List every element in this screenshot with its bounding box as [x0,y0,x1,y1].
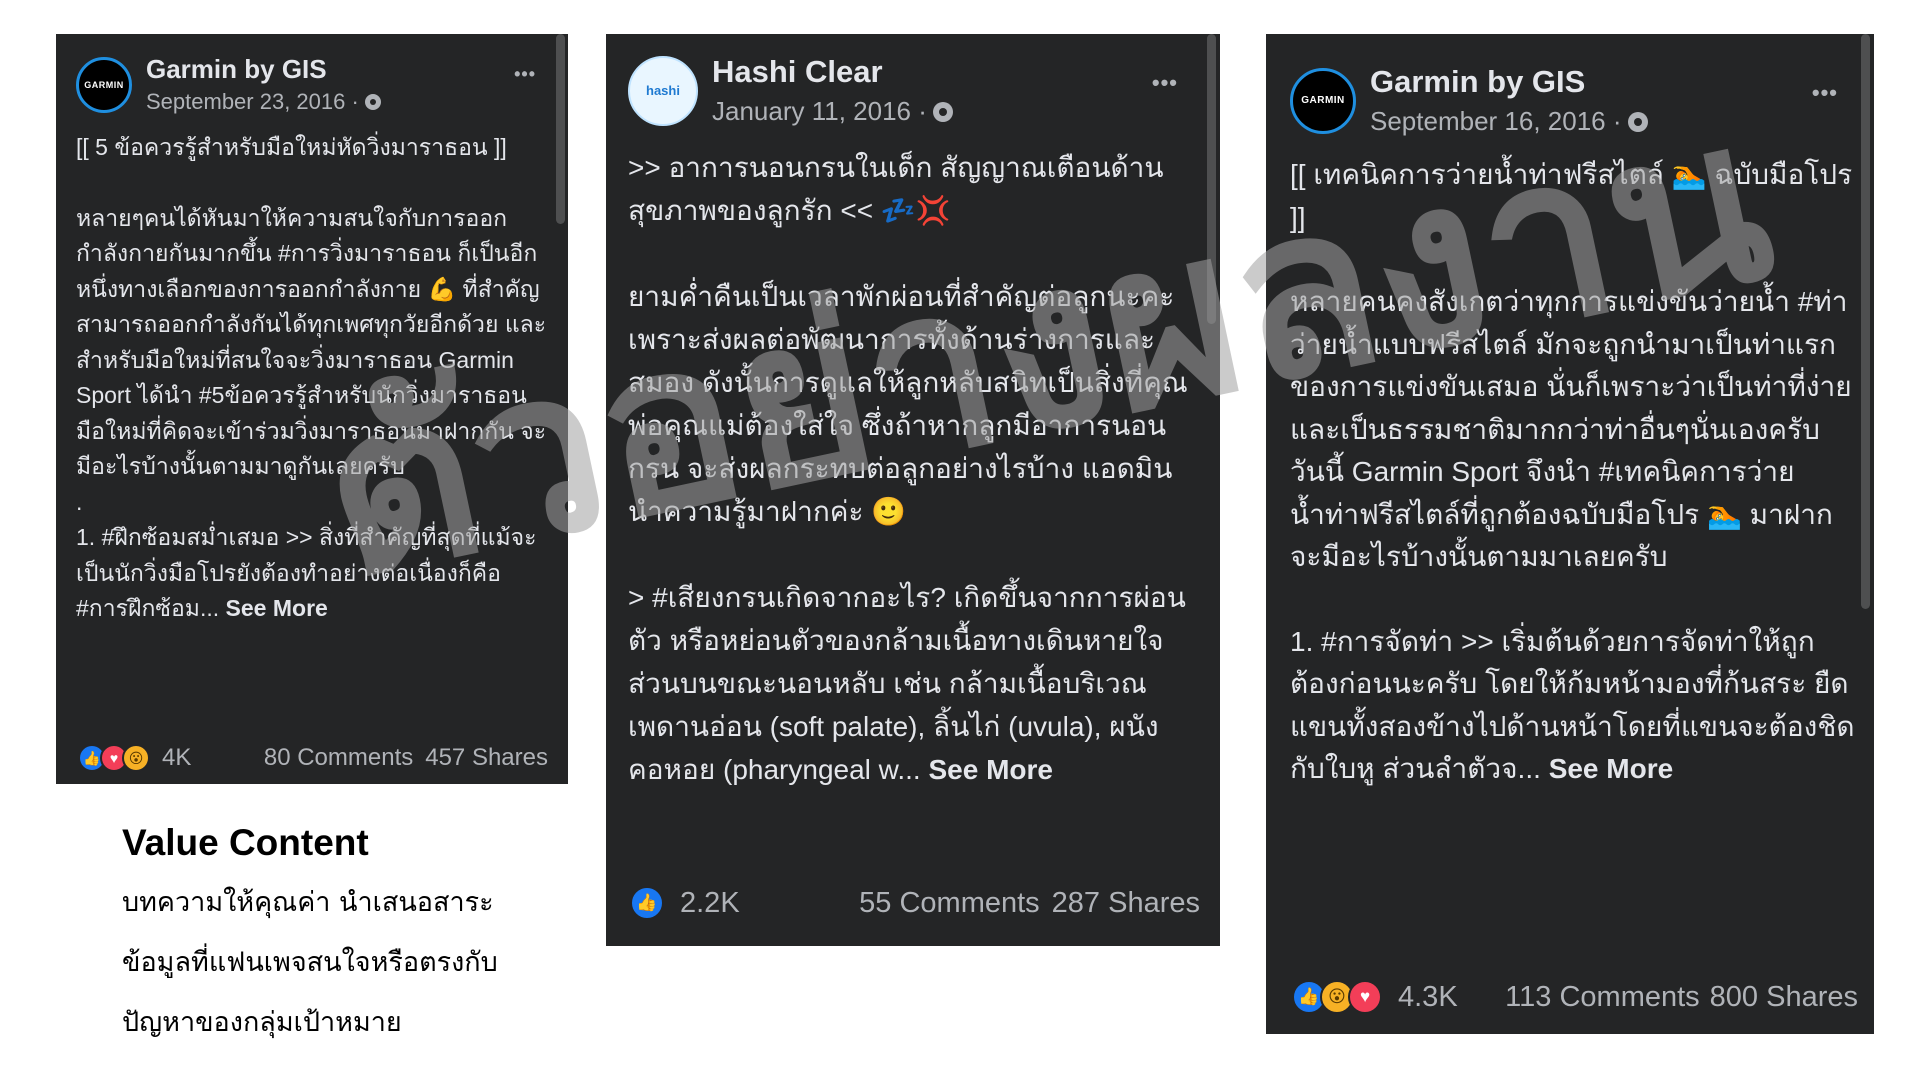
post-card-hashi-snoring: hashi Hashi Clear January 11, 2016 · •••… [606,34,1220,946]
shares-count[interactable]: 287 Shares [1052,887,1200,920]
avatar-logo-text: GARMIN [84,79,124,90]
post-paragraph: 1. #ฝึกซ้อมสม่ำเสมอ >> สิ่งที่สำคัญที่สุ… [76,520,552,627]
more-options-icon[interactable]: ••• [1152,70,1178,96]
page-avatar[interactable]: hashi [628,55,698,126]
post-date[interactable]: September 16, 2016 · [1370,106,1622,137]
post-paragraph-text: > #เสียงกรนเกิดจากอะไร? เกิดขึ้นจากการผ่… [628,582,1186,785]
post-paragraph: หลายคนคงสังเกตว่าทุกการแข่งขันว่ายน้ำ #ท… [1290,286,1852,572]
post-paragraph: 1. #การจัดท่า >> เริ่มต้นด้วยการจัดท่าให… [1290,621,1856,791]
post-paragraph: [[ เทคนิคการว่ายน้ำท่าฟรีสไตล์ 🏊 ฉบับมือ… [1290,159,1853,233]
scrollbar[interactable] [1207,34,1216,324]
shares-count[interactable]: 800 Shares [1710,981,1858,1014]
page-avatar[interactable]: GARMIN [76,56,132,113]
post-paragraph: ยามค่ำคืนเป็นเวลาพักผ่อนที่สำคัญต่อลูกนะ… [628,281,1188,527]
post-footer: 👍 😮 ♥ 4.3K 113 Comments 800 Shares [1292,980,1858,1014]
post-paragraph: . [76,488,83,515]
post-date[interactable]: September 23, 2016 · [146,89,359,115]
comments-count[interactable]: 113 Comments [1505,981,1700,1014]
caption-line: บทความให้คุณค่า นำเสนอสาระ [122,887,494,918]
more-options-icon[interactable]: ••• [1812,80,1838,106]
page-name[interactable]: Hashi Clear [712,54,953,90]
page-name[interactable]: Garmin by GIS [146,54,381,85]
like-icon: 👍 [630,886,664,920]
caption-line: ปัญหาของกลุ่มเป้าหมาย [122,1007,402,1038]
post-paragraph: [[ 5 ข้อควรรู้สำหรับมือใหม่หัดวิ่งมาราธอ… [76,134,507,160]
post-footer: 👍 2.2K 55 Comments 287 Shares [630,886,1200,920]
love-icon: ♥ [1348,980,1382,1014]
post-footer: 👍 ♥ 😮 4K 80 Comments 457 Shares [78,744,548,772]
see-more-link[interactable]: See More [1549,753,1674,784]
post-date[interactable]: January 11, 2016 · [712,96,927,127]
reactions[interactable]: 👍 ♥ 😮 4K [78,744,191,772]
scrollbar[interactable] [556,34,565,224]
caption-title: Value Content [122,822,369,863]
shares-count[interactable]: 457 Shares [425,744,548,772]
globe-icon [1627,111,1648,132]
post-paragraph: หลายๆคนได้หันมาให้ความสนใจกับการออกกำลัง… [76,204,547,480]
reactions[interactable]: 👍 2.2K [630,886,740,920]
post-card-garmin-swimming: GARMIN Garmin by GIS September 16, 2016 … [1266,34,1874,1034]
post-card-garmin-marathon: GARMIN Garmin by GIS September 23, 2016 … [56,34,568,784]
post-text: [[ 5 ข้อควรรู้สำหรับมือใหม่หัดวิ่งมาราธอ… [76,130,552,627]
reaction-count[interactable]: 4.3K [1398,981,1458,1014]
reactions[interactable]: 👍 😮 ♥ 4.3K [1292,980,1458,1014]
page-avatar[interactable]: GARMIN [1290,67,1356,134]
comments-count[interactable]: 80 Comments [264,744,413,772]
caption-line: ข้อมูลที่แฟนเพจสนใจหรือตรงกับ [122,947,498,978]
post-paragraph: > #เสียงกรนเกิดจากอะไร? เกิดขึ้นจากการผ่… [628,576,1198,791]
comments-count[interactable]: 55 Comments [859,887,1040,920]
globe-icon [932,101,953,122]
reaction-count[interactable]: 2.2K [680,887,740,920]
avatar-logo-text: GARMIN [1301,95,1345,106]
post-text: >> อาการนอนกรนในเด็ก สัญญาณเตือนด้านสุขภ… [628,146,1198,791]
more-options-icon[interactable]: ••• [514,64,536,85]
avatar-logo-text: hashi [646,83,680,98]
post-text: [[ เทคนิคการว่ายน้ำท่าฟรีสไตล์ 🏊 ฉบับมือ… [1290,154,1856,791]
page-name[interactable]: Garmin by GIS [1370,64,1648,100]
see-more-link[interactable]: See More [226,595,328,621]
scrollbar[interactable] [1861,34,1870,609]
post-paragraph: >> อาการนอนกรนในเด็ก สัญญาณเตือนด้านสุขภ… [628,152,1164,226]
globe-icon [364,94,381,110]
reaction-count[interactable]: 4K [162,744,191,772]
see-more-link[interactable]: See More [928,754,1053,785]
wow-icon: 😮 [122,744,150,772]
